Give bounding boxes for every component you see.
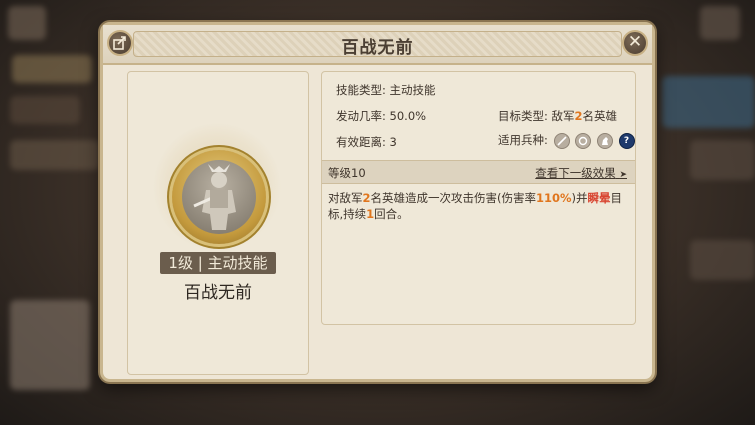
skill-info-panel: 技能类型: 主动技能 发动几率: 50.0% 目标类型: 敌军2名英雄 有效距离… bbox=[321, 71, 636, 325]
shield-icon bbox=[575, 132, 592, 149]
desc-target-count: 2 bbox=[362, 191, 371, 205]
desc-part: 名英雄造成一次攻击伤害(伤害率 bbox=[370, 191, 537, 205]
warrior-portrait bbox=[182, 160, 256, 234]
desc-stun-effect: 瞬晕 bbox=[587, 191, 611, 205]
background-block bbox=[690, 140, 755, 180]
skill-type-label: 技能类型: bbox=[336, 83, 386, 97]
skill-dialog: 百战无前 ✕ 1级 | 主动技能 百战无前 技能类型: 主动技能 发动几率: 5… bbox=[100, 22, 655, 382]
background-block bbox=[690, 240, 755, 280]
skill-name: 百战无前 bbox=[184, 283, 252, 303]
range-value: 3 bbox=[389, 135, 397, 149]
skill-type-value: 主动技能 bbox=[389, 83, 436, 97]
desc-part: 对敌军 bbox=[328, 191, 363, 205]
unit-types-label: 适用兵种: bbox=[498, 133, 548, 147]
samurai-icon bbox=[193, 164, 236, 230]
target-type-prefix: 敌军 bbox=[551, 109, 575, 123]
desc-part: 回合。 bbox=[374, 207, 409, 221]
close-button[interactable]: ✕ bbox=[622, 30, 648, 56]
background-block bbox=[10, 300, 90, 390]
background-block bbox=[662, 76, 755, 128]
share-button[interactable] bbox=[107, 30, 133, 56]
desc-part: )并 bbox=[571, 191, 588, 205]
target-count: 2 bbox=[574, 109, 583, 123]
background-block bbox=[700, 6, 740, 40]
level-bar: 等级10 查看下一级效果 ➤ bbox=[322, 160, 635, 184]
desc-damage-rate: 110% bbox=[536, 191, 572, 205]
question-icon: ? bbox=[623, 135, 630, 146]
horse-icon bbox=[596, 132, 613, 149]
range-row: 有效距离: 3 bbox=[336, 134, 397, 150]
title-bar: 百战无前 ✕ bbox=[103, 25, 652, 65]
background-block bbox=[10, 140, 100, 170]
skill-medal bbox=[172, 150, 266, 244]
next-level-label: 查看下一级效果 bbox=[535, 166, 616, 180]
skill-description: 对敌军2名英雄造成一次攻击伤害(伤害率110%)并瞬晕目标,持续1回合。 bbox=[328, 190, 628, 222]
target-type-row: 目标类型: 敌军2名英雄 bbox=[498, 108, 617, 124]
trigger-rate-value: 50.0% bbox=[389, 109, 427, 123]
skill-card: 1级 | 主动技能 百战无前 bbox=[127, 71, 309, 375]
range-label: 有效距离: bbox=[336, 135, 386, 149]
unit-types-row: 适用兵种: ? bbox=[498, 132, 635, 149]
desc-duration: 1 bbox=[366, 207, 375, 221]
target-type-suffix: 名英雄 bbox=[582, 109, 618, 123]
spear-icon bbox=[553, 132, 570, 149]
background-block bbox=[12, 55, 92, 83]
arrow-right-icon: ➤ bbox=[619, 170, 627, 180]
skill-type-row: 技能类型: 主动技能 bbox=[336, 82, 436, 98]
next-level-effect-link[interactable]: 查看下一级效果 ➤ bbox=[535, 165, 627, 181]
background-block bbox=[8, 6, 46, 40]
dialog-title: 百战无前 bbox=[341, 38, 414, 58]
target-type-label: 目标类型: bbox=[498, 109, 548, 123]
trigger-rate-label: 发动几率: bbox=[336, 109, 386, 123]
help-button[interactable]: ? bbox=[618, 132, 635, 149]
share-icon bbox=[113, 36, 126, 50]
skill-level-type-tag: 1级 | 主动技能 bbox=[160, 252, 276, 274]
background-block bbox=[10, 96, 80, 124]
close-icon: ✕ bbox=[627, 32, 643, 52]
skill-level: 等级10 bbox=[328, 166, 366, 180]
trigger-rate-row: 发动几率: 50.0% bbox=[336, 108, 426, 124]
